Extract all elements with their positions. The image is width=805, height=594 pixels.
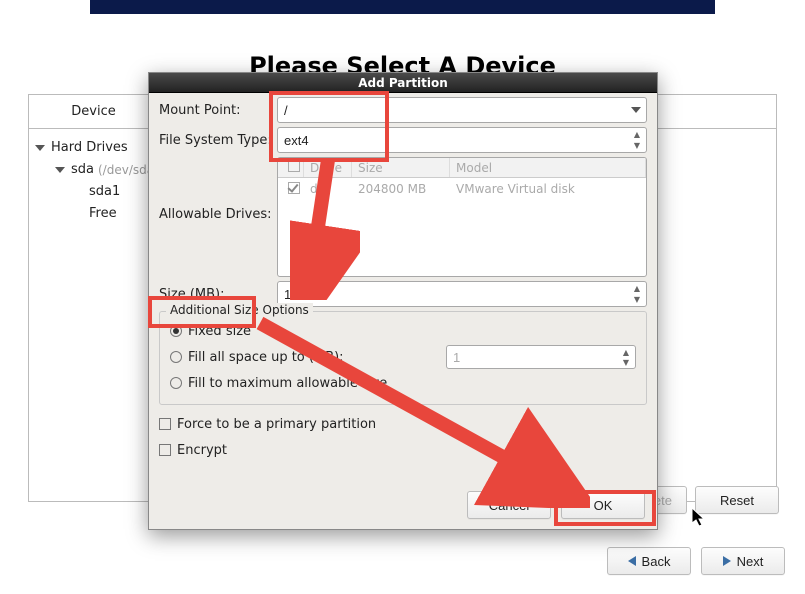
tree-label-drive: sda xyxy=(71,159,94,181)
add-partition-dialog: Add Partition Mount Point: File System T… xyxy=(148,72,658,530)
radio-fill-max-label: Fill to maximum allowable size xyxy=(188,376,387,391)
stepper-up-icon[interactable]: ▲ xyxy=(629,283,645,294)
arrow-left-icon xyxy=(628,556,636,566)
cancel-label: Cancel xyxy=(489,498,529,513)
ok-button[interactable]: OK xyxy=(561,491,645,519)
back-button[interactable]: Back xyxy=(607,547,691,575)
checkbox-icon[interactable] xyxy=(159,444,171,456)
check-encrypt[interactable]: Encrypt xyxy=(159,437,647,463)
header-check-icon[interactable] xyxy=(288,160,300,172)
mount-point-label: Mount Point: xyxy=(159,103,277,118)
encrypt-label: Encrypt xyxy=(177,443,227,458)
drives-header: Drive Size Model xyxy=(278,158,646,178)
radio-fixed-size[interactable]: Fixed size xyxy=(170,318,636,344)
dialog-body: Mount Point: File System Type: ▲ ▼ Allow… xyxy=(149,93,657,529)
next-label: Next xyxy=(737,554,764,569)
header-banner xyxy=(90,0,715,14)
arrow-right-icon xyxy=(723,556,731,566)
reset-label: Reset xyxy=(720,493,754,508)
col-header-drive[interactable]: Drive xyxy=(304,158,352,177)
checkbox-icon[interactable] xyxy=(159,418,171,430)
drive-row[interactable]: da 204800 MB VMware Virtual disk xyxy=(278,178,646,200)
size-input[interactable] xyxy=(277,281,647,307)
group-title: Additional Size Options xyxy=(166,303,313,317)
mount-point-combo[interactable] xyxy=(277,97,647,123)
radio-icon[interactable] xyxy=(170,377,182,389)
stepper-down-icon[interactable]: ▼ xyxy=(618,357,634,367)
radio-fill-up-label: Fill all space up to (MB): xyxy=(188,350,344,365)
force-primary-label: Force to be a primary partition xyxy=(177,417,376,432)
drive-model: VMware Virtual disk xyxy=(450,182,646,196)
fill-up-input[interactable] xyxy=(446,345,636,369)
col-header-size[interactable]: Size xyxy=(352,158,450,177)
fs-type-stepper[interactable]: ▲ ▼ xyxy=(629,129,645,151)
tree-toggle-icon[interactable] xyxy=(35,145,45,151)
tree-label-free: Free xyxy=(89,203,117,225)
stepper-up-icon[interactable]: ▲ xyxy=(629,129,645,140)
radio-fixed-label: Fixed size xyxy=(188,324,251,339)
stepper-up-icon[interactable]: ▲ xyxy=(618,347,634,357)
mouse-cursor-icon xyxy=(692,508,708,528)
radio-fill-max[interactable]: Fill to maximum allowable size xyxy=(170,370,636,396)
tree-toggle-icon[interactable] xyxy=(55,167,65,173)
drive-check-icon[interactable] xyxy=(288,182,300,194)
tree-label-root: Hard Drives xyxy=(51,137,128,159)
fs-type-combo[interactable] xyxy=(277,127,647,153)
partition-action-bar: ete Reset xyxy=(639,486,779,514)
check-force-primary[interactable]: Force to be a primary partition xyxy=(159,411,647,437)
col-header-device[interactable]: Device xyxy=(29,95,159,128)
wizard-nav-bar: Back Next xyxy=(607,547,785,575)
fs-type-label: File System Type: xyxy=(159,133,277,148)
tree-label-sda1: sda1 xyxy=(89,181,120,203)
allowable-drives-list[interactable]: Drive Size Model da 204800 MB VMware Vir… xyxy=(277,157,647,277)
stepper-down-icon[interactable]: ▼ xyxy=(629,294,645,305)
size-stepper[interactable]: ▲ ▼ xyxy=(629,283,645,305)
back-label: Back xyxy=(642,554,671,569)
next-button[interactable]: Next xyxy=(701,547,785,575)
allowable-drives-label: Allowable Drives: xyxy=(159,157,277,222)
additional-size-group: Additional Size Options Fixed size Fill … xyxy=(159,311,647,405)
dialog-button-bar: Cancel OK xyxy=(467,491,645,519)
dialog-titlebar[interactable]: Add Partition xyxy=(149,73,657,93)
ok-label: OK xyxy=(594,498,613,513)
drive-name: da xyxy=(304,182,352,196)
fill-up-stepper[interactable]: ▲ ▼ xyxy=(618,347,634,367)
col-header-model[interactable]: Model xyxy=(450,158,646,177)
radio-icon[interactable] xyxy=(170,325,182,337)
size-label: Size (MB): xyxy=(159,287,277,302)
cancel-button[interactable]: Cancel xyxy=(467,491,551,519)
radio-fill-up[interactable]: Fill all space up to (MB): ▲ ▼ xyxy=(170,344,636,370)
stepper-down-icon[interactable]: ▼ xyxy=(629,140,645,151)
radio-icon[interactable] xyxy=(170,351,182,363)
drive-size: 204800 MB xyxy=(352,182,450,196)
